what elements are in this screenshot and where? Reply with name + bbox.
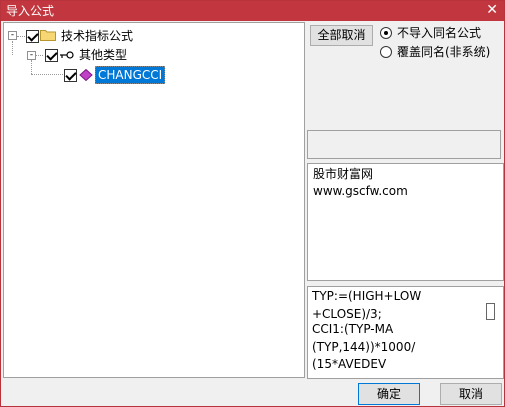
formula-line-5: (15*AVEDEV [312,357,387,371]
key-icon [60,51,74,59]
tree-node-root-label: 技术指标公式 [61,29,134,43]
formula-source-panel[interactable]: TYP:=(HIGH+LOW +CLOSE)/3; CCI1:(TYP-MA (… [307,286,504,379]
folder-icon [40,30,56,41]
collapse-icon[interactable]: - [8,31,17,40]
checkbox-formula[interactable] [64,69,77,82]
tree-node-category[interactable]: - 其他类型 [4,46,304,64]
collapse-icon[interactable]: - [27,51,36,60]
tree-node-category-label: 其他类型 [79,48,128,62]
checkbox-category[interactable] [45,49,58,62]
tree-node-root[interactable]: - 技术指标公式 [4,27,304,45]
cancel-button[interactable]: 取消 [440,383,502,405]
empty-field [307,130,501,159]
formula-line-4: (TYP,144))*1000/ [312,340,416,354]
formula-tree[interactable]: - 技术指标公式 - 其他类型 CHANGCCI [3,22,305,378]
tree-node-formula[interactable]: CHANGCCI [4,66,304,84]
formula-line-3: CCI1:(TYP-MA [312,322,394,336]
tree-node-formula-label: CHANGCCI [95,66,166,84]
close-icon[interactable]: ✕ [486,2,498,18]
scrollbar-thumb[interactable] [486,303,495,320]
title-bar: 导入公式 ✕ [1,1,504,21]
formula-line-2: +CLOSE)/3; [312,307,382,321]
description-line-2: www.gscfw.com [313,184,408,198]
window-title: 导入公式 [6,4,55,18]
deselect-all-button[interactable]: 全部取消 [310,25,373,46]
radio-overwrite[interactable] [380,46,392,58]
ok-button[interactable]: 确定 [358,383,420,405]
formula-icon [79,69,93,81]
radio-no-import-label[interactable]: 不导入同名公式 [397,25,481,41]
formula-line-1: TYP:=(HIGH+LOW [312,289,422,303]
checkbox-root[interactable] [26,30,39,43]
formula-description-panel: 股市财富网 www.gscfw.com [307,163,504,281]
import-formula-dialog: 导入公式 ✕ - 技术指标公式 - 其他类型 CHANGCCI 全部取消 不导入… [0,0,505,407]
description-line-1: 股市财富网 [313,167,374,181]
radio-overwrite-label[interactable]: 覆盖同名(非系统) [397,44,490,60]
radio-no-import[interactable] [380,27,392,39]
